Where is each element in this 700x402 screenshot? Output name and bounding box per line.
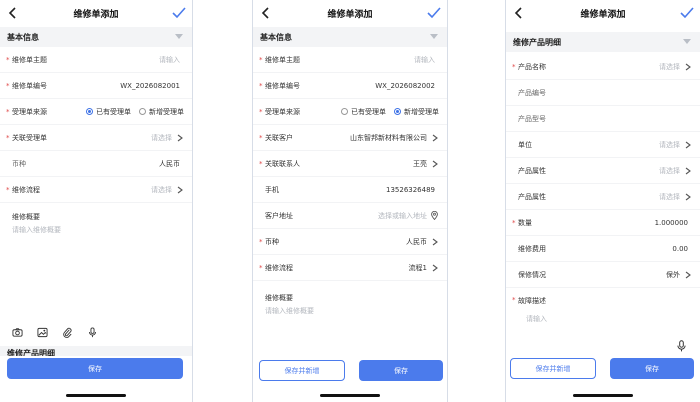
image-icon[interactable] xyxy=(37,327,48,338)
row-flow[interactable]: * 维修流程 流程1 xyxy=(253,255,447,281)
home-indicator xyxy=(66,394,126,397)
chevron-right-icon xyxy=(432,134,438,142)
location-pin-icon[interactable] xyxy=(431,211,438,220)
chevron-right-icon xyxy=(432,160,438,168)
screen-divider xyxy=(192,0,193,402)
row-address[interactable]: 客户地址 选择或输入地址 xyxy=(253,203,447,229)
chevron-right-icon xyxy=(685,141,691,149)
back-icon[interactable] xyxy=(6,6,20,20)
screen-divider xyxy=(447,0,448,402)
radio-new[interactable]: 新增受理单 xyxy=(394,107,439,117)
section-basic-info[interactable]: 基本信息 xyxy=(253,27,447,47)
nav-bar: 维修单添加 xyxy=(506,0,700,27)
paperclip-icon[interactable] xyxy=(62,327,73,338)
screen-repair-order-add-2: 维修单添加 基本信息 * 维修单主题 请输入 * 维修单编号 WX_202608… xyxy=(253,0,447,402)
quantity-input[interactable]: 1.000000 xyxy=(655,219,688,227)
microphone-icon[interactable] xyxy=(677,340,686,352)
save-and-new-button[interactable]: 保存并新增 xyxy=(259,360,345,381)
row-currency: 币种 人民币 xyxy=(0,151,192,177)
row-contact[interactable]: * 关联联系人 王亮 xyxy=(253,151,447,177)
chevron-right-icon xyxy=(685,271,691,279)
row-warranty[interactable]: 保修情况 保外 xyxy=(506,262,700,288)
confirm-check-icon[interactable] xyxy=(172,7,186,19)
source-radio-group: 已有受理单 新增受理单 xyxy=(86,107,184,117)
radio-existing[interactable]: 已有受理单 xyxy=(341,107,386,117)
nav-bar: 维修单添加 xyxy=(0,0,192,27)
section-basic-info[interactable]: 基本信息 xyxy=(0,27,192,47)
microphone-icon[interactable] xyxy=(87,327,98,338)
radio-new[interactable]: 新增受理单 xyxy=(139,107,184,117)
row-product-code: 产品编号 xyxy=(506,80,700,106)
row-product-model: 产品型号 xyxy=(506,106,700,132)
subject-input[interactable]: 请输入 xyxy=(414,55,435,65)
page-title: 维修单添加 xyxy=(580,10,626,20)
required-mark: * xyxy=(259,237,263,246)
screen-repair-order-add-1: 维修单添加 基本信息 * 维修单主题 请输入 * 维修单编号 WX_202608… xyxy=(0,0,192,402)
home-indicator xyxy=(320,394,380,397)
collapse-triangle-icon xyxy=(430,34,438,39)
required-mark: * xyxy=(259,159,263,168)
back-icon[interactable] xyxy=(259,6,273,20)
confirm-check-icon[interactable] xyxy=(680,7,694,19)
required-mark: * xyxy=(6,185,10,194)
row-flow[interactable]: * 维修流程 请选择 xyxy=(0,177,192,203)
screen-repair-order-add-3: 维修单添加 维修产品明细 * 产品名称 请选择 产品编号 产品型号 单位 请选择… xyxy=(506,0,700,402)
chevron-right-icon xyxy=(685,63,691,71)
row-unit[interactable]: 单位 请选择 xyxy=(506,132,700,158)
required-mark: * xyxy=(259,133,263,142)
subject-input[interactable]: 请输入 xyxy=(159,55,180,65)
source-radio-group: 已有受理单 新增受理单 xyxy=(341,107,439,117)
row-order-number: * 维修单编号 WX_2026082001 xyxy=(0,73,192,99)
required-mark: * xyxy=(6,133,10,142)
row-repair-fee[interactable]: 维修费用 0.00 xyxy=(506,236,700,262)
row-phone: 手机 13526326489 xyxy=(253,177,447,203)
chevron-right-icon xyxy=(432,238,438,246)
required-mark: * xyxy=(259,81,263,90)
required-mark: * xyxy=(6,55,10,64)
row-order-number: * 维修单编号 WX_2026082002 xyxy=(253,73,447,99)
page-title: 维修单添加 xyxy=(327,10,373,20)
home-indicator xyxy=(573,394,633,397)
required-mark: * xyxy=(6,81,10,90)
row-currency[interactable]: * 币种 人民币 xyxy=(253,229,447,255)
row-product-attr-2[interactable]: 产品属性 请选择 xyxy=(506,184,700,210)
back-icon[interactable] xyxy=(512,6,526,20)
confirm-check-icon[interactable] xyxy=(427,7,441,19)
radio-existing[interactable]: 已有受理单 xyxy=(86,107,131,117)
repair-fee-input[interactable]: 0.00 xyxy=(672,245,688,253)
chevron-right-icon xyxy=(685,167,691,175)
chevron-right-icon xyxy=(685,193,691,201)
row-product-attr-1[interactable]: 产品属性 请选择 xyxy=(506,158,700,184)
required-mark: * xyxy=(512,62,516,71)
save-button[interactable]: 保存 xyxy=(359,360,443,381)
save-and-new-button[interactable]: 保存并新增 xyxy=(510,358,596,379)
row-linked-order[interactable]: * 关联受理单 请选择 xyxy=(0,125,192,151)
collapse-triangle-icon xyxy=(175,34,183,39)
chevron-right-icon xyxy=(177,134,183,142)
camera-icon[interactable] xyxy=(12,327,23,338)
row-source: * 受理单来源 已有受理单 新增受理单 xyxy=(253,99,447,125)
chevron-right-icon xyxy=(432,264,438,272)
attachment-toolbar xyxy=(12,327,98,338)
page-title: 维修单添加 xyxy=(73,10,119,20)
collapse-triangle-icon xyxy=(683,39,691,44)
save-button[interactable]: 保存 xyxy=(610,358,694,379)
chevron-right-icon xyxy=(177,186,183,194)
row-quantity[interactable]: * 数量 1.000000 xyxy=(506,210,700,236)
section-product-details[interactable]: 维修产品明细 xyxy=(506,32,700,52)
required-mark: * xyxy=(259,263,263,272)
required-mark: * xyxy=(512,296,516,304)
required-mark: * xyxy=(259,55,263,64)
save-button[interactable]: 保存 xyxy=(7,358,183,379)
required-mark: * xyxy=(259,107,263,116)
row-product-name[interactable]: * 产品名称 请选择 xyxy=(506,54,700,80)
section-product-details-collapsed[interactable]: 维修产品明细 xyxy=(0,346,192,356)
row-subject[interactable]: * 维修单主题 请输入 xyxy=(253,47,447,73)
required-mark: * xyxy=(512,218,516,227)
required-mark: * xyxy=(6,107,10,116)
row-source: * 受理单来源 已有受理单 新增受理单 xyxy=(0,99,192,125)
row-subject[interactable]: * 维修单主题 请输入 xyxy=(0,47,192,73)
nav-bar: 维修单添加 xyxy=(253,0,447,27)
row-customer[interactable]: * 关联客户 山东智邦新材料有限公司 xyxy=(253,125,447,151)
